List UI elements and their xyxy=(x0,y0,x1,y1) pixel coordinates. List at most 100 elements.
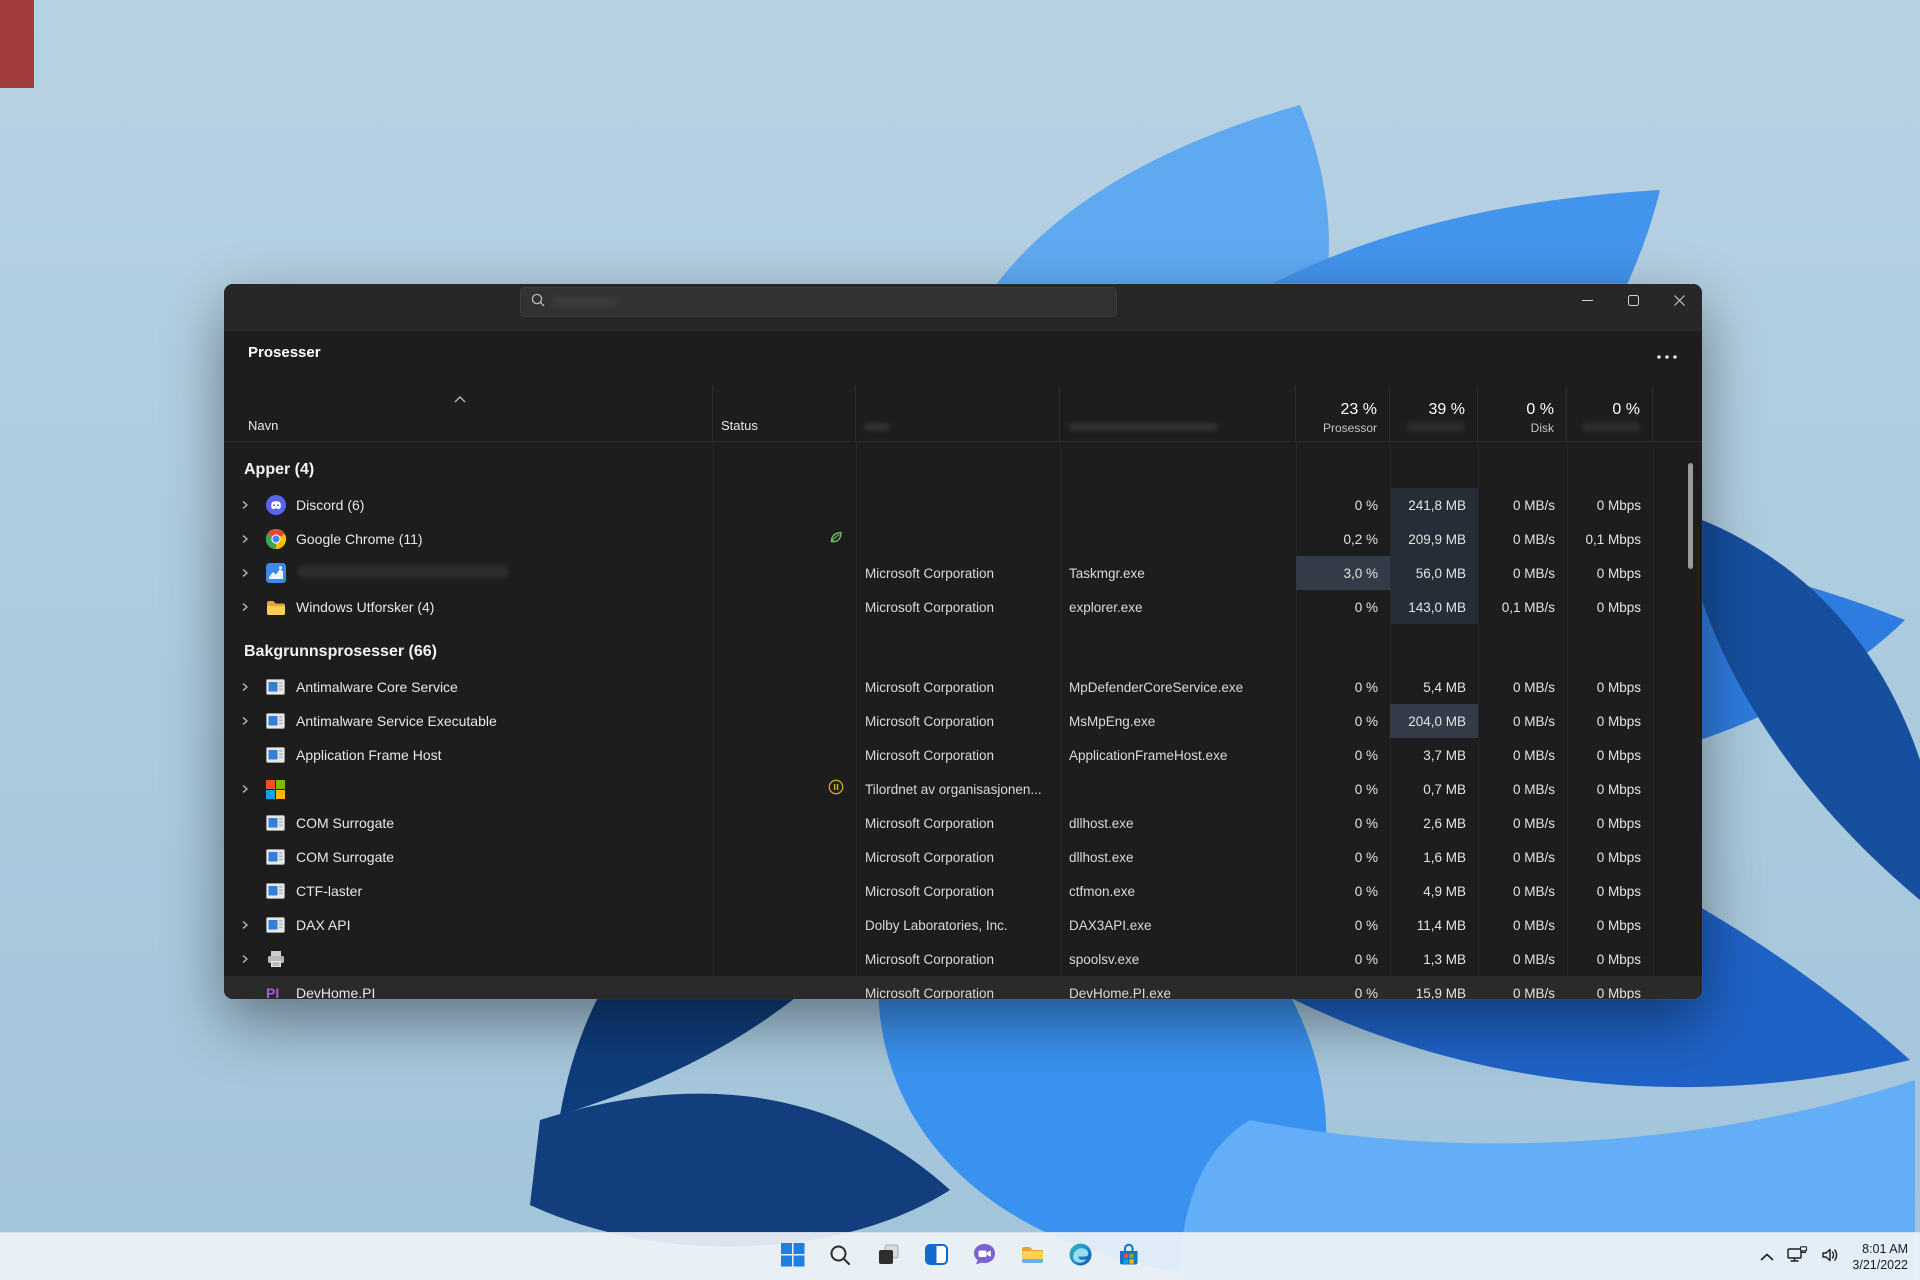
column-header-memory[interactable]: 39 % xyxy=(1390,385,1478,441)
disk-cell: 0 MB/s xyxy=(1512,781,1555,797)
memory-cell: 3,7 MB xyxy=(1423,747,1466,763)
column-header-network[interactable]: 0 % xyxy=(1567,385,1653,441)
more-options-button[interactable] xyxy=(1650,346,1684,366)
process-row[interactable]: Application Frame Host Microsoft Corpora… xyxy=(224,738,1702,772)
status-cell xyxy=(713,488,856,522)
process-row[interactable]: Antimalware Core Service Microsoft Corpo… xyxy=(224,670,1702,704)
app-window-icon xyxy=(266,747,296,763)
process-row[interactable]: Windows Utforsker (4) Microsoft Corporat… xyxy=(224,590,1702,624)
memory-cell: 5,4 MB xyxy=(1423,679,1466,695)
expand-chevron-icon[interactable] xyxy=(240,784,266,794)
process-name xyxy=(296,565,508,581)
search-box[interactable] xyxy=(520,287,1117,317)
column-header-publisher[interactable] xyxy=(856,385,1060,441)
process-exe-cell xyxy=(1060,488,1296,522)
status-cell xyxy=(713,522,856,556)
publisher-cell: Microsoft Corporation xyxy=(865,985,995,1000)
expand-chevron-icon[interactable] xyxy=(240,602,266,612)
taskbar-edge-button[interactable] xyxy=(1060,1237,1100,1277)
column-header-status[interactable]: Status xyxy=(713,385,856,441)
taskbar-microsoft-store-button[interactable] xyxy=(1108,1237,1148,1277)
publisher-cell: Microsoft Corporation xyxy=(865,815,995,831)
status-cell xyxy=(713,704,856,738)
taskbar-start-button[interactable] xyxy=(772,1237,812,1277)
status-cell xyxy=(713,976,856,999)
app-window-icon xyxy=(266,883,296,899)
expand-chevron-icon[interactable] xyxy=(240,500,266,510)
process-row[interactable]: Google Chrome (11) 0,2 % 209,9 MB 0 MB/s… xyxy=(224,522,1702,556)
desktop: Prosesser Navn Status 23 % Prosessor 39 … xyxy=(0,0,1920,1280)
expand-chevron-icon[interactable] xyxy=(240,920,266,930)
publisher-cell xyxy=(856,522,1060,556)
process-row[interactable]: Tilordnet av organisasjonen... 0 % 0,7 M… xyxy=(224,772,1702,806)
memory-cell: 1,3 MB xyxy=(1423,951,1466,967)
taskbar-chat-button[interactable] xyxy=(964,1237,1004,1277)
process-row[interactable]: DAX API Dolby Laboratories, Inc. DAX3API… xyxy=(224,908,1702,942)
disk-cell: 0,1 MB/s xyxy=(1501,599,1555,615)
network-cell: 0 Mbps xyxy=(1596,679,1641,695)
status-cell xyxy=(713,908,856,942)
process-name: Google Chrome (11) xyxy=(296,531,423,547)
window-titlebar[interactable] xyxy=(224,284,1702,331)
search-input[interactable] xyxy=(625,294,1106,310)
memory-cell: 2,6 MB xyxy=(1423,815,1466,831)
app-window-icon xyxy=(266,679,296,695)
section-header[interactable]: Apper (4) xyxy=(224,452,1702,488)
taskbar-search-button[interactable] xyxy=(820,1237,860,1277)
column-header-disk[interactable]: 0 % Disk xyxy=(1478,385,1567,441)
column-header-name[interactable]: Navn xyxy=(224,385,713,441)
maximize-button[interactable] xyxy=(1610,284,1656,316)
app-window-icon xyxy=(266,917,296,933)
cpu-cell: 0 % xyxy=(1354,917,1378,933)
process-exe-cell: ApplicationFrameHost.exe xyxy=(1069,747,1228,763)
expand-chevron-icon[interactable] xyxy=(240,954,266,964)
tray-chevron-up-icon[interactable] xyxy=(1760,1248,1774,1266)
cpu-cell: 0 % xyxy=(1354,713,1378,729)
system-tray: 8:01 AM 3/21/2022 xyxy=(1760,1233,1908,1280)
svg-text:PI: PI xyxy=(266,985,279,999)
redacted-header-text xyxy=(1068,423,1218,431)
taskbar-widgets-button[interactable] xyxy=(916,1237,956,1277)
process-row[interactable]: Microsoft Corporation spoolsv.exe 0 % 1,… xyxy=(224,942,1702,976)
expand-chevron-icon[interactable] xyxy=(240,534,266,544)
process-row[interactable]: COM Surrogate Microsoft Corporation dllh… xyxy=(224,840,1702,874)
cpu-cell: 0 % xyxy=(1354,679,1378,695)
minimize-button[interactable] xyxy=(1564,284,1610,316)
disk-cell: 0 MB/s xyxy=(1512,985,1555,1000)
column-header-processname[interactable] xyxy=(1060,385,1296,441)
scrollbar-thumb[interactable] xyxy=(1688,463,1693,569)
file-explorer-icon xyxy=(1020,1243,1045,1271)
close-button[interactable] xyxy=(1656,284,1702,316)
process-row[interactable]: Microsoft Corporation Taskmgr.exe 3,0 % … xyxy=(224,556,1702,590)
disk-cell: 0 MB/s xyxy=(1512,531,1555,547)
process-row[interactable]: Antimalware Service Executable Microsoft… xyxy=(224,704,1702,738)
process-name: Windows Utforsker (4) xyxy=(296,599,435,615)
expand-chevron-icon[interactable] xyxy=(240,716,266,726)
process-exe-cell xyxy=(1060,522,1296,556)
task-view-icon xyxy=(876,1242,901,1272)
process-name: Antimalware Core Service xyxy=(296,679,458,695)
process-row[interactable]: CTF-laster Microsoft Corporation ctfmon.… xyxy=(224,874,1702,908)
expand-chevron-icon[interactable] xyxy=(240,568,266,578)
volume-speaker-icon[interactable] xyxy=(1821,1247,1839,1268)
disk-cell: 0 MB/s xyxy=(1512,849,1555,865)
corner-red-artifact xyxy=(0,0,34,88)
network-ethernet-icon[interactable] xyxy=(1787,1246,1808,1268)
memory-cell: 11,4 MB xyxy=(1416,917,1466,933)
process-row[interactable]: PI DevHome.PI Microsoft Corporation DevH… xyxy=(224,976,1702,999)
expand-chevron-icon[interactable] xyxy=(240,682,266,692)
disk-cell: 0 MB/s xyxy=(1512,679,1555,695)
cpu-cell: 0 % xyxy=(1354,599,1378,615)
process-exe-cell: MsMpEng.exe xyxy=(1069,713,1156,729)
clock[interactable]: 8:01 AM 3/21/2022 xyxy=(1852,1241,1908,1274)
taskbar-task-view-button[interactable] xyxy=(868,1237,908,1277)
status-cell xyxy=(713,772,856,806)
task-manager-window: Prosesser Navn Status 23 % Prosessor 39 … xyxy=(224,284,1702,999)
process-row[interactable]: Discord (6) 0 % 241,8 MB 0 MB/s 0 Mbps xyxy=(224,488,1702,522)
section-header[interactable]: Bakgrunnsprosesser (66) xyxy=(224,634,1702,670)
column-header-cpu[interactable]: 23 % Prosessor xyxy=(1296,385,1390,441)
publisher-cell: Dolby Laboratories, Inc. xyxy=(865,917,1008,933)
taskbar-file-explorer-button[interactable] xyxy=(1012,1237,1052,1277)
process-row[interactable]: COM Surrogate Microsoft Corporation dllh… xyxy=(224,806,1702,840)
